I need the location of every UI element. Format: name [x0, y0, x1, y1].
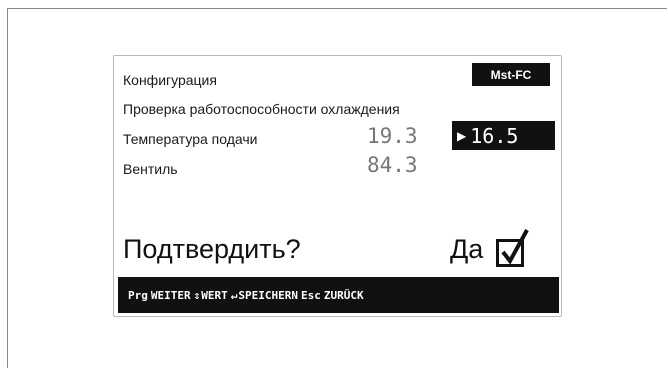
confirm-answer: Да: [450, 234, 484, 264]
prg-action: WEITER: [150, 288, 191, 302]
enter-action: SPEICHERN: [238, 288, 298, 302]
enter-icon[interactable]: ↵: [231, 289, 238, 302]
prg-key[interactable]: Prg: [128, 289, 148, 302]
up-down-arrows-icon[interactable]: ⇕: [194, 289, 201, 302]
esc-key[interactable]: Esc: [301, 289, 321, 302]
valve-value: 84.3: [367, 153, 418, 177]
valve-label: Вентиль: [123, 161, 178, 177]
confirm-checkbox[interactable]: [496, 229, 529, 267]
screen-subtitle: Проверка работоспособности охлаждения: [123, 101, 400, 117]
esc-action: ZURÜCK: [323, 288, 364, 302]
supply-temperature-label: Температура подачи: [123, 131, 258, 147]
supply-temperature-value: 19.3: [367, 124, 418, 148]
unit-badge: Mst-FC: [472, 63, 550, 86]
confirm-prompt: Подтвердить?: [123, 234, 301, 264]
updown-action: WERT: [201, 288, 228, 302]
lcd-display: Конфигурация Mst-FC Проверка работоспосо…: [113, 55, 562, 317]
key-help-bar: Prg WEITER ⇕ WERT ↵ SPEICHERN Esc ZURÜCK: [118, 277, 559, 313]
checkmark-icon: [501, 229, 529, 265]
setpoint-field[interactable]: ▶ 16.5: [452, 121, 555, 150]
screen-title: Конфигурация: [123, 72, 217, 88]
setpoint-value: 16.5: [470, 123, 519, 148]
selection-arrow-icon: ▶: [457, 128, 467, 143]
